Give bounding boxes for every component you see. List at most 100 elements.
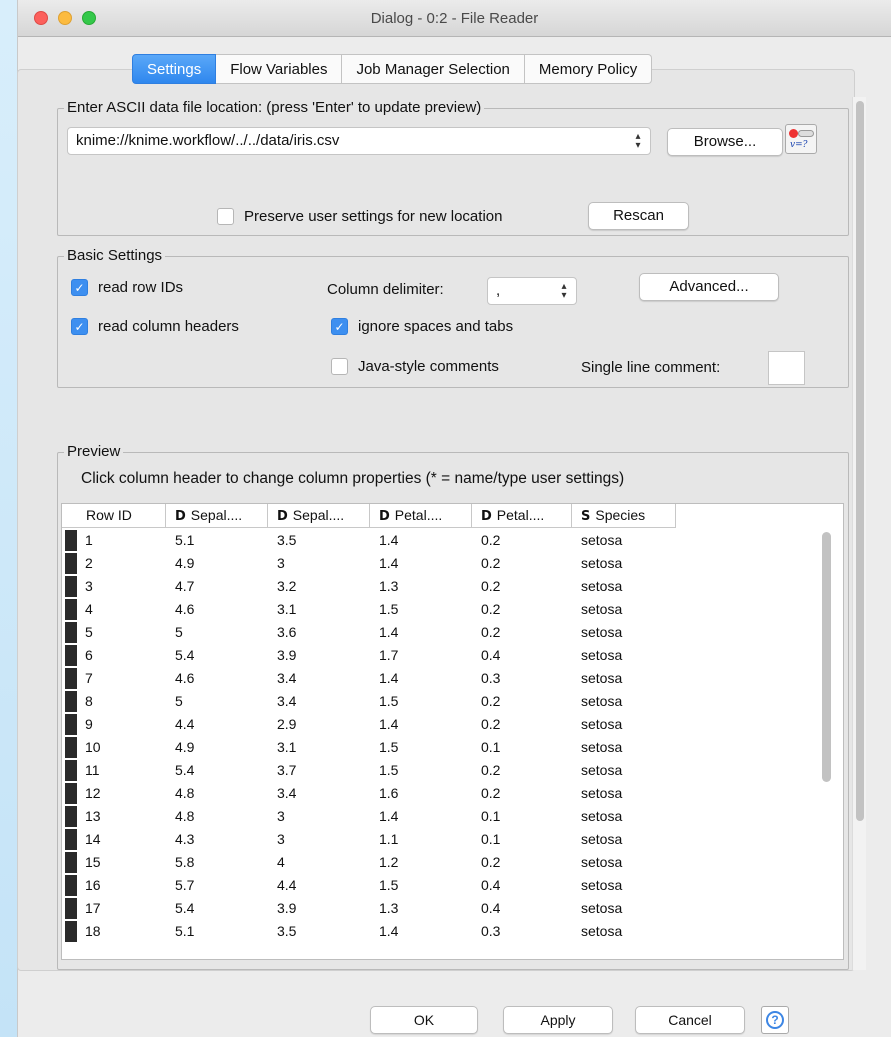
file-path-value: knime://knime.workflow/../../data/iris.c… [76,132,340,149]
row-id-value: 5 [85,624,93,640]
table-row[interactable]: 9 4.4 2.9 1.4 0.2 setosa [62,713,676,736]
table-row[interactable]: 7 4.6 3.4 1.4 0.3 setosa [62,667,676,690]
row-id-cell: 7 [62,667,166,690]
table-row[interactable]: 16 5.7 4.4 1.5 0.4 setosa [62,874,676,897]
single-line-comment-field[interactable] [768,351,805,385]
row-id-cell: 10 [62,736,166,759]
table-cell: 4 [277,854,285,870]
table-cell: 3.4 [277,785,297,801]
ignore-spaces-checkbox[interactable]: ✓ ignore spaces and tabs [331,318,513,335]
combo-stepper-icon: ▴ ▾ [635,131,641,151]
tab-memory-policy[interactable]: Memory Policy [524,54,653,84]
table-cell: 5.4 [175,647,195,663]
table-cell: 0.1 [481,831,501,847]
read-column-headers-checkbox[interactable]: ✓ read column headers [71,318,239,335]
advanced-button[interactable]: Advanced... [639,273,779,301]
preview-table[interactable]: Row ID D Sepal.... D Sepal.... D Petal.... … [61,503,844,960]
table-cell: 0.2 [481,716,501,732]
cancel-button[interactable]: Cancel [635,1006,745,1034]
table-row[interactable]: 1 5.1 3.5 1.4 0.2 setosa [62,529,676,552]
table-cell: setosa [581,831,623,847]
table-row[interactable]: 14 4.3 3 1.1 0.1 setosa [62,828,676,851]
tab-flow-variables[interactable]: Flow Variables [216,54,343,84]
row-id-cell: 17 [62,897,166,920]
tab-job-manager-selection[interactable]: Job Manager Selection [342,54,525,84]
panel-scrollbar-thumb[interactable] [856,101,864,821]
column-header-species[interactable]: S Species [572,504,676,528]
table-row[interactable]: 17 5.4 3.9 1.3 0.4 setosa [62,897,676,920]
row-id-value: 18 [85,923,101,939]
column-header-sepal-1[interactable]: D Sepal.... [166,504,268,528]
row-id-value: 4 [85,601,93,617]
basic-settings-group-title: Basic Settings [64,247,166,265]
table-cell: setosa [581,647,623,663]
checkbox-box [217,208,234,225]
table-row[interactable]: 13 4.8 3 1.4 0.1 setosa [62,805,676,828]
table-cell: 4.6 [175,601,195,617]
rescan-button[interactable]: Rescan [588,202,689,230]
browse-button[interactable]: Browse... [667,128,783,156]
column-header-petal-1[interactable]: D Petal.... [370,504,472,528]
table-row[interactable]: 11 5.4 3.7 1.5 0.2 setosa [62,759,676,782]
row-id-value: 2 [85,555,93,571]
check-icon: ✓ [71,279,88,296]
table-row[interactable]: 8 5 3.4 1.5 0.2 setosa [62,690,676,713]
column-delimiter-combo[interactable]: , ▴ ▾ [487,277,577,305]
table-cell: 4.7 [175,578,195,594]
table-row[interactable]: 5 5 3.6 1.4 0.2 setosa [62,621,676,644]
title-bar: Dialog - 0:2 - File Reader [18,0,891,37]
ok-button[interactable]: OK [370,1006,478,1034]
column-header-sepal-2[interactable]: D Sepal.... [268,504,370,528]
table-cell: 5 [175,624,183,640]
row-id-cell: 8 [62,690,166,713]
table-cell: 5.4 [175,762,195,778]
table-cell: 0.2 [481,693,501,709]
flow-variable-icon [789,129,798,138]
table-cell: 1.4 [379,670,399,686]
row-id-cell: 9 [62,713,166,736]
table-row[interactable]: 18 5.1 3.5 1.4 0.3 setosa [62,920,676,943]
file-path-combo[interactable]: knime://knime.workflow/../../data/iris.c… [67,127,651,155]
table-cell: 5.1 [175,532,195,548]
table-cell: 1.1 [379,831,399,847]
row-id-cell: 16 [62,874,166,897]
table-row[interactable]: 12 4.8 3.4 1.6 0.2 setosa [62,782,676,805]
read-row-ids-checkbox[interactable]: ✓ read row IDs [71,279,183,296]
row-id-value: 9 [85,716,93,732]
table-cell: 3 [277,808,285,824]
table-cell: 0.1 [481,808,501,824]
table-row[interactable]: 15 5.8 4 1.2 0.2 setosa [62,851,676,874]
table-row[interactable]: 6 5.4 3.9 1.7 0.4 setosa [62,644,676,667]
table-cell: setosa [581,578,623,594]
row-id-value: 15 [85,854,101,870]
flow-variable-button[interactable]: v=? [785,124,817,154]
table-row[interactable]: 4 4.6 3.1 1.5 0.2 setosa [62,598,676,621]
column-header-petal-2[interactable]: D Petal.... [472,504,572,528]
table-cell: 5.8 [175,854,195,870]
row-id-value: 16 [85,877,101,893]
column-header-row-id[interactable]: Row ID [62,504,166,528]
row-id-value: 6 [85,647,93,663]
row-marker-icon [65,576,77,597]
java-comments-checkbox[interactable]: Java-style comments [331,358,499,375]
table-cell: setosa [581,854,623,870]
table-row[interactable]: 10 4.9 3.1 1.5 0.1 setosa [62,736,676,759]
row-id-cell: 3 [62,575,166,598]
table-scrollbar[interactable] [822,532,831,782]
table-cell: setosa [581,785,623,801]
combo-stepper-icon: ▴ ▾ [561,281,567,301]
apply-button[interactable]: Apply [503,1006,613,1034]
row-id-cell: 4 [62,598,166,621]
table-cell: 1.4 [379,555,399,571]
panel-scrollbar[interactable] [852,97,866,970]
table-row[interactable]: 2 4.9 3 1.4 0.2 setosa [62,552,676,575]
row-marker-icon [65,599,77,620]
tab-settings[interactable]: Settings [132,54,217,84]
help-button[interactable]: ? [761,1006,789,1034]
table-row[interactable]: 3 4.7 3.2 1.3 0.2 setosa [62,575,676,598]
row-id-cell: 5 [62,621,166,644]
table-cell: 1.5 [379,601,399,617]
table-cell: 1.5 [379,877,399,893]
row-marker-icon [65,783,77,804]
preserve-settings-checkbox[interactable]: Preserve user settings for new location [217,208,502,225]
